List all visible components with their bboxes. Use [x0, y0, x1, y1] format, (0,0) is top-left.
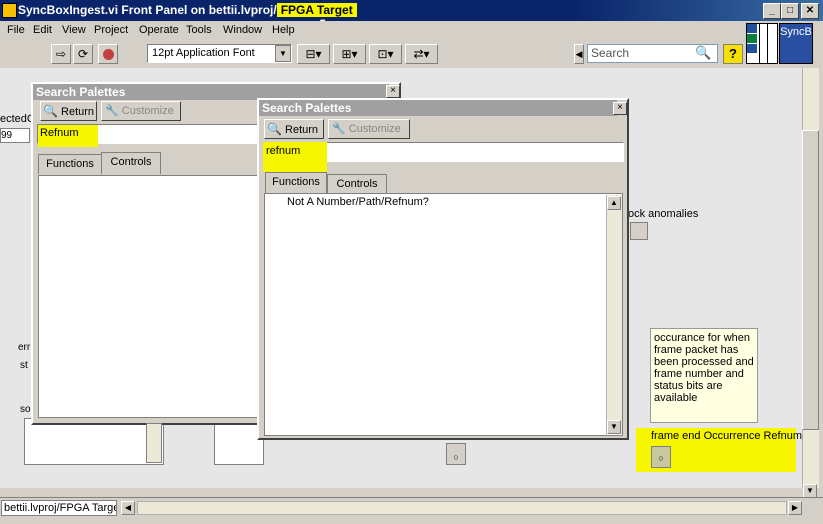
palette-1-customize-button[interactable]: 🔧 Customize ▾: [101, 101, 181, 135]
menu-file[interactable]: File: [7, 24, 25, 36]
menu-help[interactable]: Help: [272, 24, 295, 36]
menu-operate[interactable]: Operate: [139, 24, 179, 36]
connector-divider: [759, 24, 760, 64]
palette-2-customize-label: Customize: [348, 123, 401, 135]
abort-icon[interactable]: [98, 44, 118, 64]
connector-terminal: [747, 44, 757, 53]
palette-2-return-label: Return: [285, 124, 319, 136]
run-arrow-icon[interactable]: ⇨: [51, 44, 71, 64]
palette-2-tab-functions[interactable]: Functions: [265, 172, 327, 194]
palette-2-scrollbar[interactable]: [606, 195, 622, 434]
palette-1-title: Search Palettes: [36, 85, 126, 99]
anomalies-label: ock anomalies: [628, 208, 699, 220]
horizontal-scrollbar[interactable]: [137, 501, 787, 515]
palette-1-close-button[interactable]: ×: [386, 85, 400, 98]
source-label: so: [20, 404, 31, 415]
connector-pane-icon[interactable]: [746, 23, 778, 64]
result-item[interactable]: Not A Number/Path/Refnum?: [287, 196, 429, 208]
anomalies-led[interactable]: [630, 222, 648, 240]
magnifier-icon: 🔍: [267, 122, 282, 136]
font-select[interactable]: 12pt Application Font: [147, 44, 292, 63]
palette-1-tab-functions[interactable]: Functions: [38, 154, 102, 174]
occurrence-refnum-icon[interactable]: ○: [651, 446, 671, 468]
connector-divider: [767, 24, 768, 64]
minimize-button[interactable]: _: [763, 3, 781, 19]
hscroll-right-icon[interactable]: ▶: [788, 501, 802, 515]
palette-2-results-list[interactable]: [264, 193, 623, 436]
close-button[interactable]: ✕: [801, 3, 819, 19]
palette-1-query: Refnum: [40, 127, 79, 139]
reorder-icon[interactable]: ⇄▾: [405, 44, 438, 64]
font-select-value: 12pt Application Font: [152, 47, 255, 59]
numeric-indicator[interactable]: 99: [0, 128, 30, 143]
labview-app-icon[interactable]: [2, 3, 17, 18]
control-label-selected: ectedC: [0, 113, 35, 125]
connector-terminal: [747, 24, 757, 33]
palette-1-scrollbar[interactable]: [146, 423, 162, 463]
palette-2-tab-controls[interactable]: Controls: [327, 174, 387, 194]
palette-1-return-label: Return: [61, 106, 95, 118]
connector-terminal: [747, 34, 757, 43]
refnum-control-icon[interactable]: ○: [446, 443, 466, 465]
palette-2-return-button[interactable]: 🔍 Return: [264, 119, 324, 139]
distribute-objects-icon[interactable]: ⊞▾: [333, 44, 366, 64]
scroll-down-icon[interactable]: ▼: [803, 484, 817, 498]
vi-icon-label: SyncB: [780, 26, 812, 38]
palette-1-customize-label: Customize: [121, 105, 174, 117]
palette-2-title-bar[interactable]: Search Palettes: [259, 100, 617, 116]
palette-2-title: Search Palettes: [262, 101, 352, 115]
menu-window[interactable]: Window: [223, 24, 262, 36]
wrench-icon: 🔧: [105, 105, 119, 117]
wrench-icon: 🔧: [332, 123, 346, 135]
search-placeholder: Search: [591, 46, 630, 60]
palette-2-scroll-down-icon[interactable]: ▼: [607, 420, 621, 434]
palette-2-close-button[interactable]: ×: [613, 102, 627, 115]
source-text-box[interactable]: [24, 418, 164, 465]
align-objects-icon[interactable]: ⊟▾: [297, 44, 330, 64]
hscroll-left-icon[interactable]: ◀: [121, 501, 135, 515]
font-dropdown-arrow-icon[interactable]: ▼: [275, 45, 291, 62]
help-button[interactable]: ?: [723, 44, 743, 64]
magnifier-icon: 🔍: [43, 104, 58, 118]
palette-2-query: refnum: [266, 145, 301, 157]
maximize-button[interactable]: □: [781, 3, 799, 19]
error-cluster-label: err: [18, 342, 31, 353]
palette-1-results-list[interactable]: [38, 175, 260, 418]
toolbar-left-arrow-icon[interactable]: ◀: [574, 44, 584, 64]
menu-view[interactable]: View: [62, 24, 86, 36]
menu-project[interactable]: Project: [94, 24, 128, 36]
vertical-scroll-thumb[interactable]: [802, 130, 819, 430]
refnum-label: frame end Occurrence Refnum: [651, 430, 803, 442]
resize-objects-icon[interactable]: ⊡▾: [369, 44, 402, 64]
menu-tools[interactable]: Tools: [186, 24, 212, 36]
run-continuously-icon[interactable]: ⟳: [73, 44, 93, 64]
status-label: st: [20, 360, 28, 371]
free-label-note: occurance for when frame packet has been…: [650, 328, 758, 423]
menu-edit[interactable]: Edit: [33, 24, 52, 36]
project-path[interactable]: bettii.lvproj/FPGA Target: [1, 500, 117, 516]
search-magnifier-icon[interactable]: 🔍: [695, 45, 711, 61]
palette-2-customize-button[interactable]: 🔧 Customize ▾: [328, 119, 410, 153]
palette-2-scroll-up-icon[interactable]: ▲: [607, 196, 621, 210]
palette-1-tab-controls[interactable]: Controls: [101, 152, 161, 174]
window-title-target: FPGA Target: [276, 3, 357, 17]
vi-icon[interactable]: SyncB: [779, 23, 813, 64]
palette-1-return-button[interactable]: 🔍 Return: [40, 101, 97, 121]
window-title: SyncBoxIngest.vi Front Panel on bettii.l…: [18, 3, 357, 17]
window-title-main: SyncBoxIngest.vi Front Panel on bettii.l…: [18, 3, 277, 17]
